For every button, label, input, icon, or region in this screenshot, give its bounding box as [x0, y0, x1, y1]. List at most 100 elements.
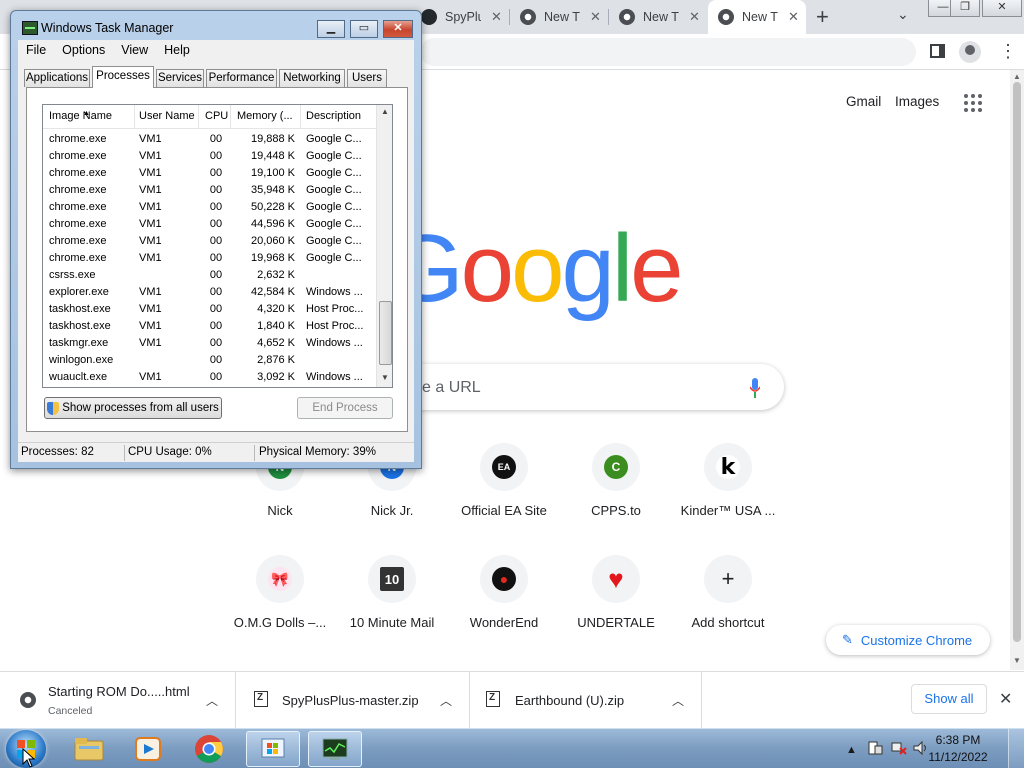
shortcut-cpps[interactable]: C CPPS.to [560, 443, 672, 553]
shortcut-10-minute-mail[interactable]: 10 10 Minute Mail [336, 555, 448, 665]
close-tab-icon[interactable]: ✕ [590, 9, 601, 25]
table-row[interactable]: chrome.exe VM1 00 50,228 K Google C... [43, 199, 376, 216]
menu-view[interactable]: View [113, 43, 156, 57]
media-player-icon[interactable] [121, 731, 175, 767]
address-bar[interactable] [420, 38, 916, 66]
table-row[interactable]: explorer.exe VM1 00 42,584 K Windows ... [43, 284, 376, 301]
table-row[interactable]: chrome.exe VM1 00 20,060 K Google C... [43, 233, 376, 250]
chevron-up-icon[interactable]: ︿ [206, 692, 218, 709]
download-item[interactable]: SpyPlusPlus-master.zip ︿ [236, 672, 470, 729]
download-item[interactable]: Earthbound (U).zip ︿ [470, 672, 702, 729]
process-list[interactable]: ▲ Image Name User Name CPU Memory (... D… [42, 104, 393, 388]
restore-button[interactable]: ❐ [950, 0, 980, 17]
page-scrollbar[interactable]: ▲ ▼ [1010, 70, 1024, 670]
table-row[interactable]: taskmgr.exe VM1 00 4,652 K Windows ... [43, 335, 376, 352]
tab-processes[interactable]: Processes [92, 66, 154, 88]
maximize-button[interactable]: ▭ [350, 20, 378, 38]
tab-spyplusplus[interactable]: SpyPlu ✕ [421, 0, 507, 34]
menu-file[interactable]: File [18, 43, 54, 57]
task-manager-icon[interactable] [308, 731, 362, 767]
close-tab-icon[interactable]: ✕ [788, 9, 799, 25]
tab-new-tab-active[interactable]: New T ✕ [708, 0, 806, 34]
tab-users[interactable]: Users [347, 69, 387, 87]
show-all-processes-button[interactable]: Show processes from all users [44, 397, 222, 419]
show-hidden-icons-icon[interactable]: ▲ [846, 744, 857, 756]
cell-image-name: chrome.exe [49, 133, 107, 145]
network-icon[interactable] [890, 740, 908, 756]
logo-letter: o [511, 215, 564, 322]
shortcut-kinder[interactable]: k Kinder™ USA ... [672, 443, 784, 553]
explorer-icon[interactable] [62, 731, 116, 767]
menu-options[interactable]: Options [54, 43, 113, 57]
scroll-down-icon[interactable]: ▼ [1013, 656, 1021, 665]
close-window-button[interactable]: ✕ [982, 0, 1022, 17]
scroll-down-icon[interactable]: ▼ [381, 373, 389, 382]
cell-user-name: VM1 [139, 303, 162, 315]
cell-memory: 19,100 K [250, 167, 295, 179]
tab-new-tab-2[interactable]: New T ✕ [619, 0, 705, 34]
table-row[interactable]: chrome.exe VM1 00 19,448 K Google C... [43, 148, 376, 165]
table-row[interactable]: taskhost.exe VM1 00 1,840 K Host Proc... [43, 318, 376, 335]
minimize-button[interactable]: ▁ [317, 20, 345, 38]
cell-description: Google C... [306, 201, 362, 213]
column-cpu[interactable]: CPU [205, 110, 228, 122]
images-link[interactable]: Images [895, 94, 939, 109]
profile-avatar-icon[interactable] [959, 41, 981, 63]
scroll-up-icon[interactable]: ▲ [1013, 72, 1021, 81]
cell-image-name: wuauclt.exe [49, 371, 108, 383]
scrollbar-thumb[interactable] [379, 301, 392, 365]
scroll-up-icon[interactable]: ▲ [381, 107, 389, 116]
table-row[interactable]: csrss.exe 00 2,632 K [43, 267, 376, 284]
show-all-downloads-button[interactable]: Show all [911, 684, 987, 714]
column-description[interactable]: Description [306, 110, 361, 122]
table-row[interactable]: chrome.exe VM1 00 35,948 K Google C... [43, 182, 376, 199]
tab-performance[interactable]: Performance [206, 69, 277, 87]
table-row[interactable]: wuauclt.exe VM1 00 3,092 K Windows ... [43, 369, 376, 386]
end-process-button[interactable]: End Process [297, 397, 393, 419]
table-row[interactable]: chrome.exe VM1 00 19,100 K Google C... [43, 165, 376, 182]
table-row[interactable]: winlogon.exe 00 2,876 K [43, 352, 376, 369]
side-panel-icon[interactable] [930, 44, 945, 58]
wonderend-icon: ● [492, 567, 516, 591]
windows-update-icon[interactable] [246, 731, 300, 767]
gmail-link[interactable]: Gmail [846, 94, 881, 109]
chrome-menu-icon[interactable]: ⋮ [999, 41, 1017, 61]
tab-search-button[interactable]: ⌄ [897, 6, 909, 23]
close-tab-icon[interactable]: ✕ [491, 9, 502, 25]
logo-letter: e [630, 215, 683, 322]
download-item[interactable]: Starting ROM Do.....html Canceled ︿ [0, 672, 236, 729]
tab-applications[interactable]: Applications [24, 69, 90, 87]
column-user-name[interactable]: User Name [139, 110, 195, 122]
customize-chrome-button[interactable]: ✎ Customize Chrome [826, 625, 990, 655]
close-tab-icon[interactable]: ✕ [689, 9, 700, 25]
new-tab-button[interactable]: + [816, 4, 829, 30]
scrollbar-thumb[interactable] [1013, 82, 1021, 642]
cpps-icon: C [604, 455, 628, 479]
action-center-icon[interactable] [866, 740, 884, 756]
menu-help[interactable]: Help [156, 43, 198, 57]
column-memory[interactable]: Memory (... [237, 110, 293, 122]
column-image-name[interactable]: Image Name [49, 110, 112, 122]
close-downloads-icon[interactable]: ✕ [999, 689, 1012, 709]
shortcut-add[interactable]: + Add shortcut [672, 555, 784, 665]
show-desktop-button[interactable] [1008, 729, 1024, 768]
tab-new-tab-1[interactable]: New T ✕ [520, 0, 606, 34]
chevron-up-icon[interactable]: ︿ [440, 692, 452, 709]
tab-services[interactable]: Services [156, 69, 204, 87]
shortcut-undertale[interactable]: ♥ UNDERTALE [560, 555, 672, 665]
shortcut-official-ea-site[interactable]: EA Official EA Site [448, 443, 560, 553]
process-list-scrollbar[interactable]: ▲ ▼ [376, 105, 392, 387]
chevron-up-icon[interactable]: ︿ [672, 692, 684, 709]
google-apps-icon[interactable] [964, 94, 982, 112]
table-row[interactable]: chrome.exe VM1 00 19,968 K Google C... [43, 250, 376, 267]
microphone-icon[interactable] [750, 378, 760, 398]
chrome-icon[interactable] [182, 731, 236, 767]
close-window-button[interactable]: ✕ [383, 20, 413, 38]
table-row[interactable]: taskhost.exe VM1 00 4,320 K Host Proc... [43, 301, 376, 318]
shortcut-wonderend[interactable]: ● WonderEnd [448, 555, 560, 665]
tab-networking[interactable]: Networking [279, 69, 345, 87]
table-row[interactable]: chrome.exe VM1 00 19,888 K Google C... [43, 131, 376, 148]
taskbar-clock[interactable]: 6:38 PM 11/12/2022 [928, 732, 988, 766]
table-row[interactable]: chrome.exe VM1 00 44,596 K Google C... [43, 216, 376, 233]
shortcut-omg-dolls[interactable]: 🎀 O.M.G Dolls –... [224, 555, 336, 665]
